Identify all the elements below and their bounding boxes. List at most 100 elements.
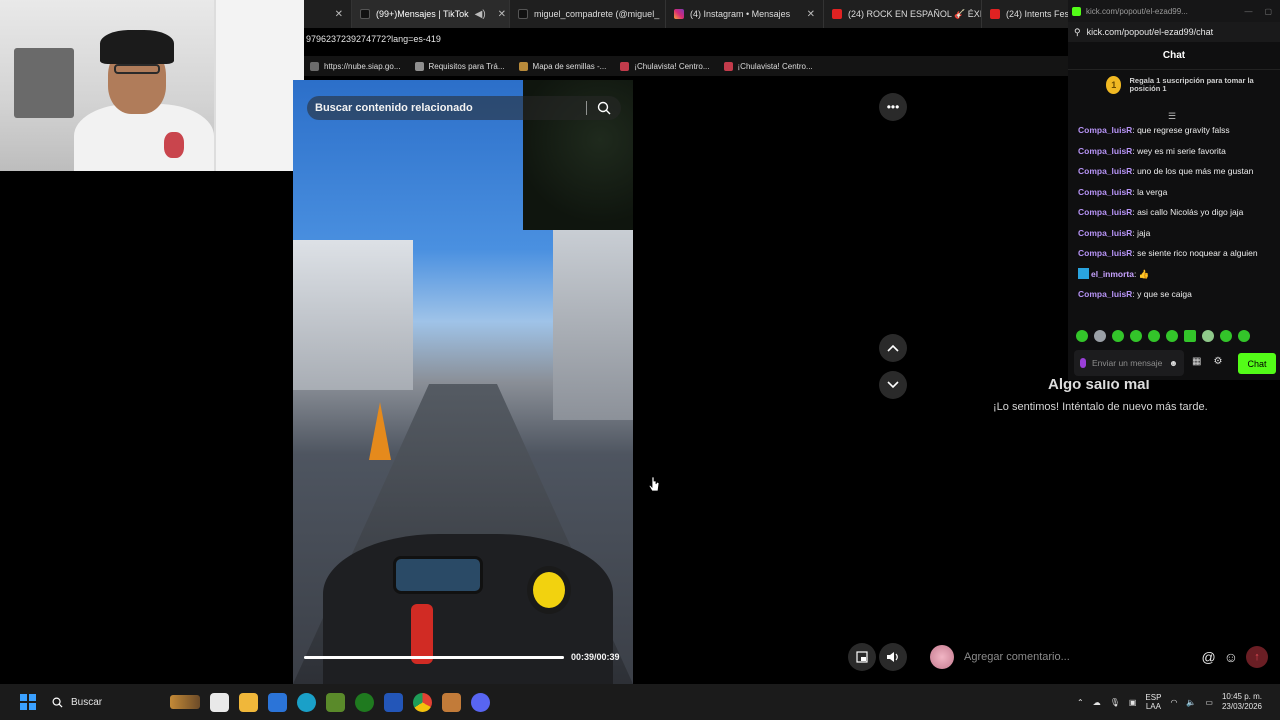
taskbar-search[interactable]: Buscar <box>52 691 200 713</box>
file-explorer-icon[interactable] <box>239 692 258 712</box>
minimize-icon[interactable]: — <box>1244 7 1252 16</box>
browser-tab[interactable]: (24) Intents Festival <box>982 0 1068 28</box>
battery-icon[interactable]: ▭ <box>1205 698 1213 707</box>
volume-icon[interactable]: 🔈 <box>1186 698 1196 707</box>
send-chat-button[interactable]: Chat <box>1238 353 1276 374</box>
microsoft-store-icon[interactable] <box>268 692 287 712</box>
edge-icon[interactable] <box>297 692 316 712</box>
bookmark-item[interactable]: Mapa de semillas -... <box>518 61 607 71</box>
bookmark-item[interactable]: Requisitos para Trá... <box>414 61 505 71</box>
gift-sub-promo[interactable]: 1 Regala 1 suscripción para tomar la pos… <box>1068 70 1280 94</box>
webcam-person-hat <box>100 30 174 64</box>
maximize-icon[interactable]: ▢ <box>1264 7 1272 16</box>
bookmark-item[interactable]: ¡Chulavista! Centro... <box>620 61 710 71</box>
outlook-icon[interactable] <box>384 692 403 712</box>
next-video-button[interactable] <box>879 371 907 399</box>
chat-text: jaja <box>1137 227 1151 238</box>
chat-username[interactable]: Compa_luisR <box>1078 166 1132 176</box>
related-search-input[interactable]: Buscar contenido relacionado <box>307 96 621 120</box>
language-code: ESP <box>1145 693 1162 702</box>
emote-icon[interactable] <box>1238 330 1250 342</box>
chat-filter-icon[interactable]: ☰ <box>1168 111 1176 122</box>
chat-username[interactable]: Compa_luisR <box>1078 248 1132 258</box>
microphone-icon[interactable]: 🎙 <box>1110 698 1120 707</box>
bookmark-item[interactable]: ¡Chulavista! Centro... <box>723 61 813 71</box>
emote-icon[interactable] <box>1184 330 1196 342</box>
chat-username[interactable]: Compa_luisR <box>1078 125 1132 135</box>
browser-tab[interactable]: miguel_compadrete (@miguel_ ✕ <box>510 0 666 28</box>
chat-username[interactable]: el_inmorta <box>1091 269 1134 279</box>
chat-message: Compa_luisR: asi callo Nicolás yo digo j… <box>1078 207 1244 217</box>
mention-icon[interactable]: @ <box>1201 649 1215 665</box>
tab-label: (4) Instagram • Mensajes <box>690 9 791 19</box>
browser-tab-active[interactable]: (99+)Mensajes | TikTok ◀) ✕ <box>352 0 510 28</box>
tray-app-icon[interactable]: ▣ <box>1129 698 1137 707</box>
chat-message-input[interactable]: Enviar un mensaje ☻ <box>1074 350 1184 376</box>
chat-username[interactable]: Compa_luisR <box>1078 289 1132 299</box>
chat-username[interactable]: Compa_luisR <box>1078 146 1132 156</box>
floating-player-icon <box>856 651 868 663</box>
close-tab-icon[interactable]: ✕ <box>807 9 815 20</box>
bookmark-label: ¡Chulavista! Centro... <box>634 61 710 71</box>
volume-button[interactable] <box>879 643 907 671</box>
browser-tab[interactable]: (24) ROCK EN ESPAÑOL 🎸 ÉXI ✕ <box>824 0 982 28</box>
bookmark-label: ¡Chulavista! Centro... <box>737 61 813 71</box>
microphone-icon <box>1080 358 1086 368</box>
chat-username[interactable]: Compa_luisR <box>1078 187 1132 197</box>
kick-icon <box>1072 6 1081 16</box>
window-controls: — ▢ <box>1244 7 1280 16</box>
discord-icon[interactable] <box>471 692 490 712</box>
close-tab-icon[interactable]: ✕ <box>335 9 343 20</box>
bookmark-label: Mapa de semillas -... <box>532 61 607 71</box>
webcam-person-glasses <box>114 64 160 74</box>
more-options-button[interactable]: ••• <box>879 93 907 121</box>
previous-video-button[interactable] <box>879 334 907 362</box>
emote-icon[interactable] <box>1202 330 1214 342</box>
xbox-icon[interactable] <box>355 692 374 712</box>
minecraft-icon[interactable] <box>326 692 345 712</box>
volume-icon[interactable]: ◀) <box>475 9 486 20</box>
chat-address-bar[interactable]: ⚲ kick.com/popout/el-ezad99/chat <box>1068 22 1280 42</box>
chat-username[interactable]: Compa_luisR <box>1078 207 1132 217</box>
app-icon[interactable] <box>442 692 461 712</box>
browser-tab[interactable]: (4) Instagram • Mensajes ✕ <box>666 0 824 28</box>
emote-icon[interactable] <box>1148 330 1160 342</box>
chevron-up-icon[interactable]: ⌃ <box>1077 698 1084 707</box>
wifi-icon[interactable]: ◠ <box>1170 698 1177 707</box>
windows-start-icon[interactable] <box>20 694 36 710</box>
close-tab-icon[interactable]: ✕ <box>498 9 506 20</box>
chrome-icon[interactable] <box>413 692 432 712</box>
emote-icon[interactable] <box>1112 330 1124 342</box>
chat-input-placeholder: Enviar un mensaje <box>1092 357 1163 368</box>
bookmark-favicon-icon <box>723 61 733 71</box>
onedrive-icon[interactable]: ☁ <box>1093 698 1101 707</box>
taskbar-clock[interactable]: 10:45 p. m. 23/03/2026 <box>1222 692 1262 712</box>
video-player[interactable] <box>293 80 633 684</box>
chat-window-title: kick.com/popout/el-ezad99... <box>1086 6 1188 16</box>
site-settings-icon[interactable]: ⚲ <box>1074 27 1081 38</box>
emote-icon[interactable] <box>1094 330 1106 342</box>
chat-message: Compa_luisR: jaja <box>1078 227 1151 238</box>
address-bar[interactable]: 9796237239274772?lang=es-419 <box>304 34 1068 50</box>
input-language[interactable]: ESP LAA <box>1145 693 1161 711</box>
gear-icon[interactable]: ⚙ <box>1213 356 1222 367</box>
task-view-icon[interactable] <box>210 692 229 712</box>
emote-icon[interactable] <box>1220 330 1232 342</box>
emote-icon[interactable] <box>1130 330 1142 342</box>
emote-icon[interactable] <box>1166 330 1178 342</box>
bookmark-favicon-icon <box>518 61 528 71</box>
emoji-icon[interactable]: ☺ <box>1224 649 1238 665</box>
post-comment-button[interactable]: ↑ <box>1246 646 1268 668</box>
tiktok-icon <box>518 9 528 19</box>
store-icon[interactable]: ▦ <box>1192 356 1201 367</box>
user-badge-icon <box>1078 267 1089 279</box>
browser-tab[interactable]: ✕ <box>304 0 352 28</box>
floating-player-button[interactable] <box>848 643 876 671</box>
emoji-icon[interactable]: ☻ <box>1169 358 1178 368</box>
chat-username[interactable]: Compa_luisR <box>1078 228 1132 238</box>
comment-input[interactable]: Agregar comentario... <box>964 651 1201 663</box>
search-icon[interactable] <box>597 101 611 118</box>
video-progress-bar[interactable] <box>304 656 564 659</box>
bookmark-item[interactable]: https://nube.siap.go... <box>310 61 401 71</box>
emote-icon[interactable] <box>1076 330 1088 342</box>
